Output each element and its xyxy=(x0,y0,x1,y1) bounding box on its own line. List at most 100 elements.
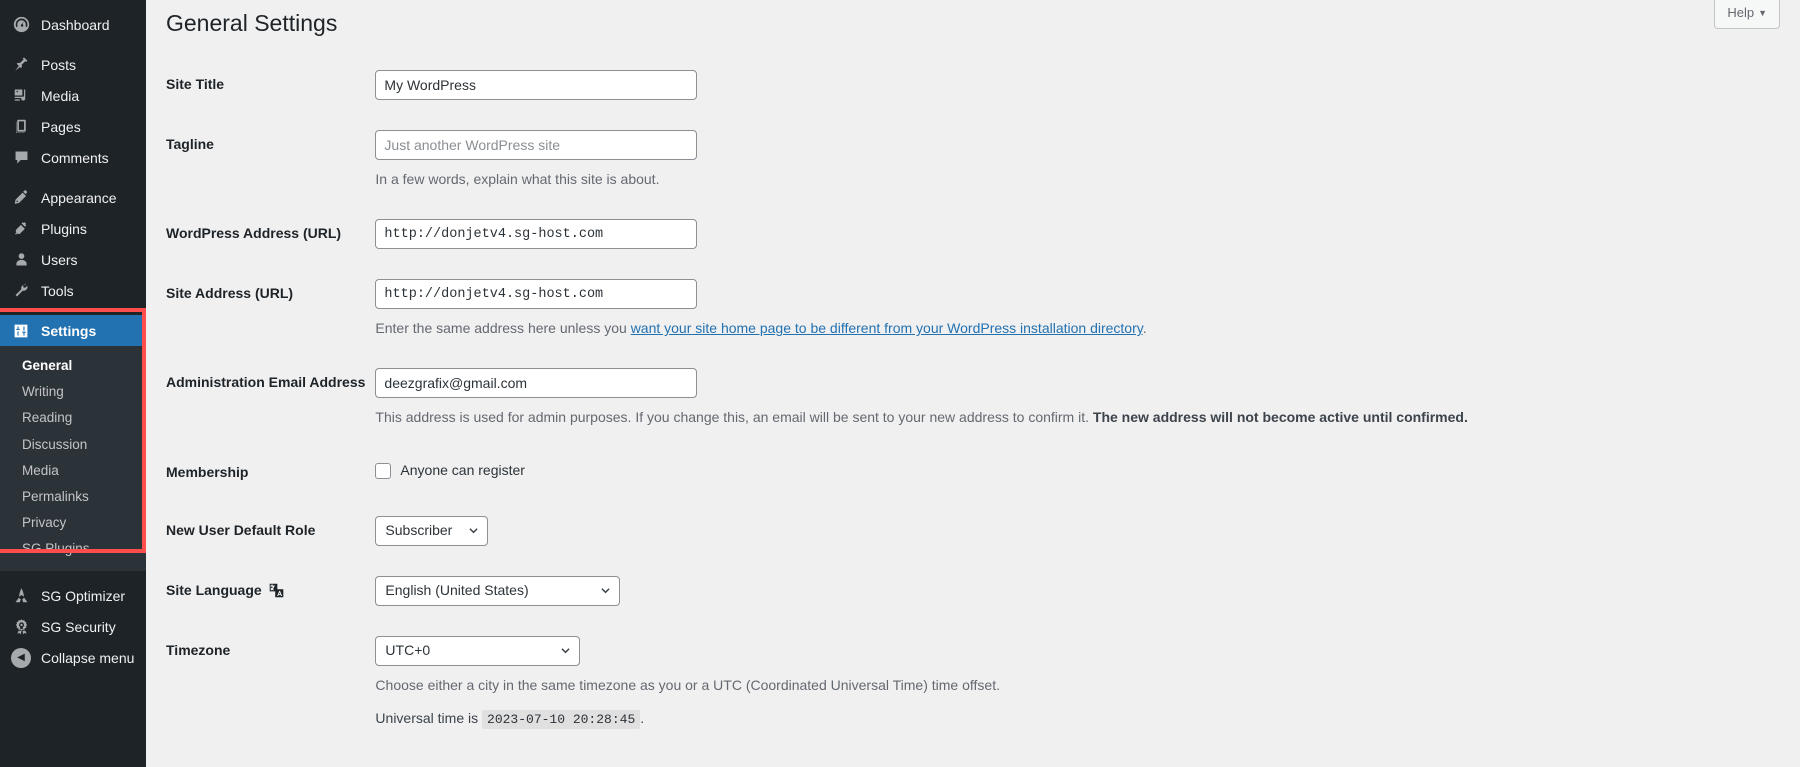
new-user-role-label: New User Default Role xyxy=(166,521,316,538)
sidebar-item-label: Plugins xyxy=(41,220,87,237)
anyone-can-register-label: Anyone can register xyxy=(400,461,525,478)
admin-email-description-bold: The new address will not become active u… xyxy=(1092,409,1468,426)
tagline-description: In a few words, explain what this site i… xyxy=(375,170,660,187)
tagline-cell: In a few words, explain what this site i… xyxy=(375,115,1800,204)
row-site-language: Site Language English (United States) xyxy=(166,561,1800,621)
site-language-label-inner: Site Language xyxy=(166,581,285,599)
timezone-description: Choose either a city in the same timezon… xyxy=(375,676,1000,693)
admin-sidebar: Dashboard Posts Media Pages Comments App… xyxy=(0,0,146,767)
help-button[interactable]: Help ▼ xyxy=(1714,0,1780,30)
sidebar-item-label: Settings xyxy=(41,322,97,339)
sidebar-item-sg-optimizer[interactable]: SG Optimizer xyxy=(0,580,146,611)
tagline-input[interactable] xyxy=(375,129,698,160)
row-site-address: Site Address (URL) Enter the same addres… xyxy=(166,264,1800,353)
anyone-can-register-checkbox[interactable] xyxy=(375,462,392,479)
timezone-label: Timezone xyxy=(166,641,231,658)
sidebar-item-label: Pages xyxy=(41,118,81,135)
brush-icon xyxy=(10,189,32,206)
site-language-select[interactable]: English (United States) xyxy=(375,575,621,606)
row-timezone: Timezone UTC+0 Choose either a city in t… xyxy=(166,621,1800,744)
row-admin-email: Administration Email Address This addres… xyxy=(166,353,1800,442)
submenu-item-writing[interactable]: Writing xyxy=(0,379,146,405)
sidebar-group-divider xyxy=(0,571,146,580)
universal-time-line: Universal time is 2023-07-10 20:28:45. xyxy=(375,709,1790,730)
submenu-item-media[interactable]: Media xyxy=(0,458,146,484)
tagline-label: Tagline xyxy=(166,135,214,152)
site-title-label: Site Title xyxy=(166,75,225,92)
admin-email-description-text: This address is used for admin purposes.… xyxy=(375,409,1093,426)
timezone-cell: UTC+0 Choose either a city in the same t… xyxy=(375,621,1800,744)
row-new-user-role: New User Default Role Subscriber xyxy=(166,501,1800,561)
wordpress-address-input[interactable] xyxy=(375,219,698,250)
sidebar-item-sg-security[interactable]: SG Security xyxy=(0,611,146,642)
submenu-item-reading[interactable]: Reading xyxy=(0,405,146,431)
site-address-input[interactable] xyxy=(375,279,698,310)
submenu-item-privacy[interactable]: Privacy xyxy=(0,510,146,536)
row-site-title: Site Title xyxy=(166,55,1800,115)
collapse-menu-label: Collapse menu xyxy=(41,649,135,666)
help-tab-wrapper: Help ▼ xyxy=(1714,0,1780,30)
sidebar-item-users[interactable]: Users xyxy=(0,244,146,275)
chevron-down-icon: ▼ xyxy=(1758,8,1767,18)
row-tagline: Tagline In a few words, explain what thi… xyxy=(166,115,1800,204)
row-membership: Membership Anyone can register xyxy=(166,443,1800,501)
sidebar-item-tools[interactable]: Tools xyxy=(0,275,146,306)
sidebar-item-label: SG Optimizer xyxy=(41,587,126,604)
row-wordpress-address: WordPress Address (URL) xyxy=(166,204,1800,264)
membership-label: Membership xyxy=(166,463,249,480)
wordpress-address-cell xyxy=(375,204,1800,264)
site-address-description-suffix: . xyxy=(1142,320,1147,337)
sidebar-collapse-menu[interactable]: ◀ Collapse menu xyxy=(0,642,146,673)
sidebar-item-plugins[interactable]: Plugins xyxy=(0,213,146,244)
site-address-label: Site Address (URL) xyxy=(166,285,294,302)
submenu-item-general[interactable]: General xyxy=(0,353,146,379)
submenu-item-discussion[interactable]: Discussion xyxy=(0,432,146,458)
sidebar-item-comments[interactable]: Comments xyxy=(0,142,146,173)
sg-security-icon xyxy=(10,618,32,635)
timezone-select[interactable]: UTC+0 xyxy=(375,635,581,666)
universal-time-prefix: Universal time is xyxy=(375,710,479,727)
chevron-down-icon xyxy=(601,588,611,594)
home-page-directory-link[interactable]: want your site home page to be different… xyxy=(631,320,1143,336)
sidebar-item-pages[interactable]: Pages xyxy=(0,111,146,142)
submenu-item-sg-plugins[interactable]: SG Plugins xyxy=(0,536,146,562)
sidebar-top-spacer xyxy=(0,0,146,9)
sidebar-item-media[interactable]: Media xyxy=(0,80,146,111)
site-language-label: Site Language xyxy=(166,561,375,621)
timezone-value: UTC+0 xyxy=(385,642,431,659)
site-language-value: English (United States) xyxy=(385,582,529,599)
settings-sliders-icon xyxy=(10,323,32,339)
general-settings-form: Site Title Tagline In a few words, expla… xyxy=(166,55,1800,745)
sidebar-item-label: Dashboard xyxy=(41,16,110,33)
collapse-left-arrow-circle: ◀ xyxy=(11,647,31,668)
sidebar-item-label: Comments xyxy=(41,149,109,166)
chevron-down-icon xyxy=(561,648,571,654)
sidebar-item-appearance[interactable]: Appearance xyxy=(0,182,146,213)
new-user-role-select[interactable]: Subscriber xyxy=(375,515,489,546)
site-title-input[interactable] xyxy=(375,69,698,100)
translation-icon xyxy=(268,582,285,599)
admin-email-label: Administration Email Address xyxy=(166,374,366,391)
page-title: General Settings xyxy=(166,10,338,36)
membership-checkbox-row[interactable]: Anyone can register xyxy=(375,458,525,481)
dashboard-icon xyxy=(10,16,32,33)
pages-icon xyxy=(10,118,32,135)
sidebar-item-settings[interactable]: Settings xyxy=(0,315,146,346)
sidebar-item-posts[interactable]: Posts xyxy=(0,49,146,80)
sidebar-group-divider xyxy=(0,173,146,182)
sidebar-item-label: Media xyxy=(41,87,80,104)
sidebar-item-dashboard[interactable]: Dashboard xyxy=(0,9,146,40)
sidebar-item-label: SG Security xyxy=(41,618,116,635)
admin-email-description: This address is used for admin purposes.… xyxy=(375,407,1790,427)
site-language-cell: English (United States) xyxy=(375,561,1800,621)
help-button-label: Help xyxy=(1727,5,1755,20)
sidebar-item-label: Tools xyxy=(41,282,74,299)
new-user-role-cell: Subscriber xyxy=(375,501,1800,561)
admin-email-input[interactable] xyxy=(375,368,698,399)
user-icon xyxy=(10,251,32,268)
pin-icon xyxy=(10,56,32,73)
submenu-item-permalinks[interactable]: Permalinks xyxy=(0,484,146,510)
plug-icon xyxy=(10,220,32,237)
universal-time-value: 2023-07-10 20:28:45 xyxy=(482,710,641,730)
admin-email-cell: This address is used for admin purposes.… xyxy=(375,353,1800,442)
